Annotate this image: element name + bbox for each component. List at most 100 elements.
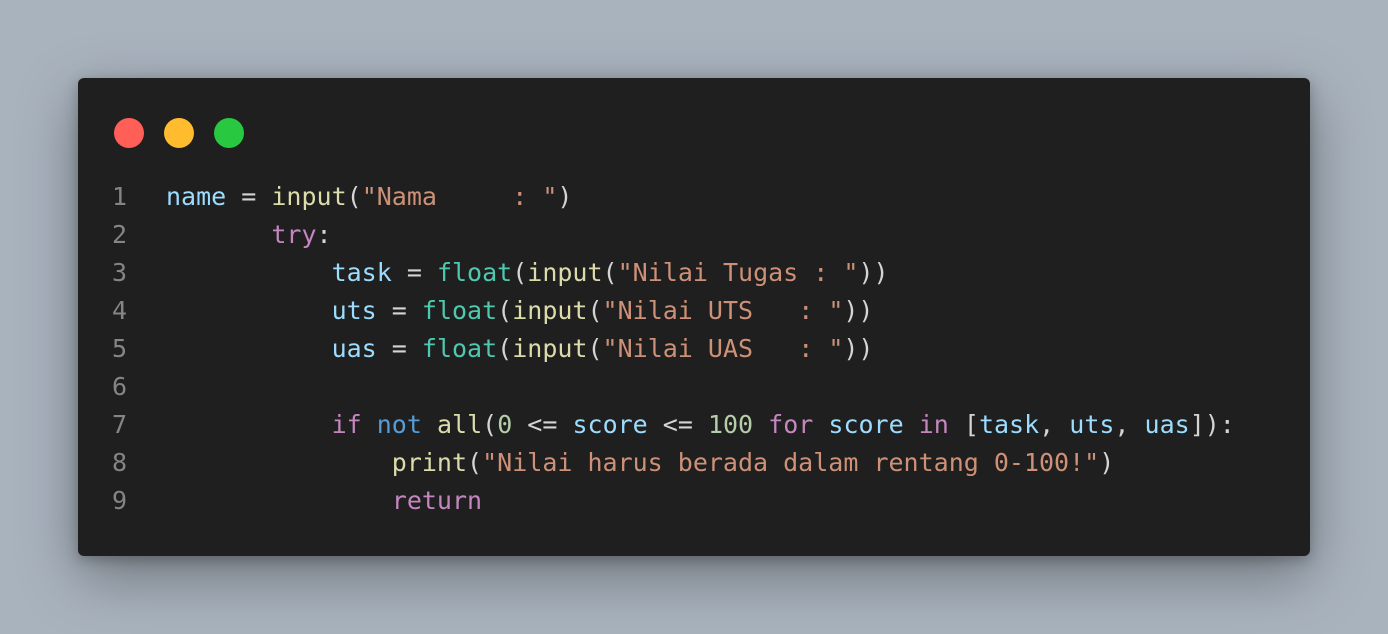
code-token: [: [948, 410, 979, 439]
code-line: 2 try:: [112, 216, 1290, 254]
code-token: )): [858, 258, 889, 287]
code-token: =: [376, 296, 422, 325]
code-token: uas: [1144, 410, 1190, 439]
code-line: 6: [112, 368, 1290, 406]
code-token: task: [978, 410, 1040, 439]
code-token: ,: [1039, 410, 1070, 439]
code-token: input: [527, 258, 603, 287]
code-token: (: [346, 182, 362, 211]
code-token: ,: [1114, 410, 1145, 439]
code-token: input: [512, 296, 588, 325]
close-dot-icon[interactable]: [114, 118, 144, 148]
code-token: "Nilai harus berada dalam rentang 0-100!…: [482, 448, 1100, 477]
code-line: 3 task = float(input("Nilai Tugas : ")): [112, 254, 1290, 292]
code-window: 1 name = input("Nama : ") 2 try: 3 task = f…: [78, 78, 1310, 556]
minimize-dot-icon[interactable]: [164, 118, 194, 148]
code-token: uts: [1069, 410, 1115, 439]
line-source: uts = float(input("Nilai UTS : ")): [166, 292, 874, 330]
line-number: 8: [112, 448, 128, 477]
code-token: "Nama : ": [361, 182, 558, 211]
code-token: try: [271, 220, 317, 249]
code-token: print: [391, 448, 468, 477]
code-token: for: [768, 410, 814, 439]
line-number: 9: [112, 486, 128, 515]
code-token: (: [602, 258, 618, 287]
code-token: input: [512, 334, 588, 363]
code-token: float: [421, 334, 498, 363]
code-line: 4 uts = float(input("Nilai UTS : ")): [112, 292, 1290, 330]
line-number: 4: [112, 296, 128, 325]
code-token: (: [587, 334, 603, 363]
code-token: (: [512, 258, 528, 287]
code-token: (: [467, 448, 483, 477]
line-number: 3: [112, 258, 128, 287]
line-source: return: [166, 482, 482, 520]
code-token: =: [376, 334, 422, 363]
code-token: <=: [647, 410, 708, 439]
code-token: 100: [707, 410, 754, 439]
code-token: =: [391, 258, 437, 287]
line-source: print("Nilai harus berada dalam rentang …: [166, 444, 1115, 482]
code-line: 1 name = input("Nama : "): [112, 178, 1290, 216]
code-token: uas: [331, 334, 377, 363]
code-token: )): [843, 296, 874, 325]
code-token: "Nilai UTS : ": [602, 296, 844, 325]
code-token: <=: [512, 410, 573, 439]
code-token: not: [376, 410, 422, 439]
code-token: :: [316, 220, 332, 249]
code-token: in: [918, 410, 949, 439]
code-token: ): [1099, 448, 1115, 477]
code-token: float: [436, 258, 513, 287]
code-token: input: [271, 182, 347, 211]
code-line: 5 uas = float(input("Nilai UAS : ")): [112, 330, 1290, 368]
code-token: all: [436, 410, 483, 439]
code-token: if: [331, 410, 362, 439]
line-number: 6: [112, 372, 128, 401]
code-line: 7 if not all(0 <= score <= 100 for score…: [112, 406, 1290, 444]
line-source: if not all(0 <= score <= 100 for score i…: [166, 406, 1235, 444]
code-token: "Nilai Tugas : ": [617, 258, 859, 287]
code-token: ]):: [1189, 410, 1235, 439]
code-token: return: [391, 486, 483, 515]
line-number: 2: [112, 220, 128, 249]
code-token: "Nilai UAS : ": [602, 334, 844, 363]
code-token: float: [421, 296, 498, 325]
code-line: 8 print("Nilai harus berada dalam rentan…: [112, 444, 1290, 482]
code-token: score: [572, 410, 648, 439]
code-token: ): [557, 182, 573, 211]
line-number: 1: [112, 182, 128, 211]
code-token: (: [482, 410, 498, 439]
line-number: 5: [112, 334, 128, 363]
code-line: 9 return: [112, 482, 1290, 520]
line-source: try:: [166, 216, 332, 254]
code-token: name: [166, 182, 227, 211]
code-token: (: [497, 296, 513, 325]
code-token: (: [587, 296, 603, 325]
code-block[interactable]: 1 name = input("Nama : ") 2 try: 3 task = f…: [112, 178, 1290, 520]
window-controls: [114, 118, 244, 148]
maximize-dot-icon[interactable]: [214, 118, 244, 148]
code-token: task: [331, 258, 392, 287]
code-token: )): [843, 334, 874, 363]
line-source: uas = float(input("Nilai UAS : ")): [166, 330, 874, 368]
code-token: uts: [331, 296, 377, 325]
code-token: 0: [497, 410, 513, 439]
line-number: 7: [112, 410, 128, 439]
line-source: name = input("Nama : "): [166, 178, 572, 216]
code-token: =: [226, 182, 272, 211]
code-token: score: [828, 410, 904, 439]
line-source: task = float(input("Nilai Tugas : ")): [166, 254, 889, 292]
code-token: (: [497, 334, 513, 363]
